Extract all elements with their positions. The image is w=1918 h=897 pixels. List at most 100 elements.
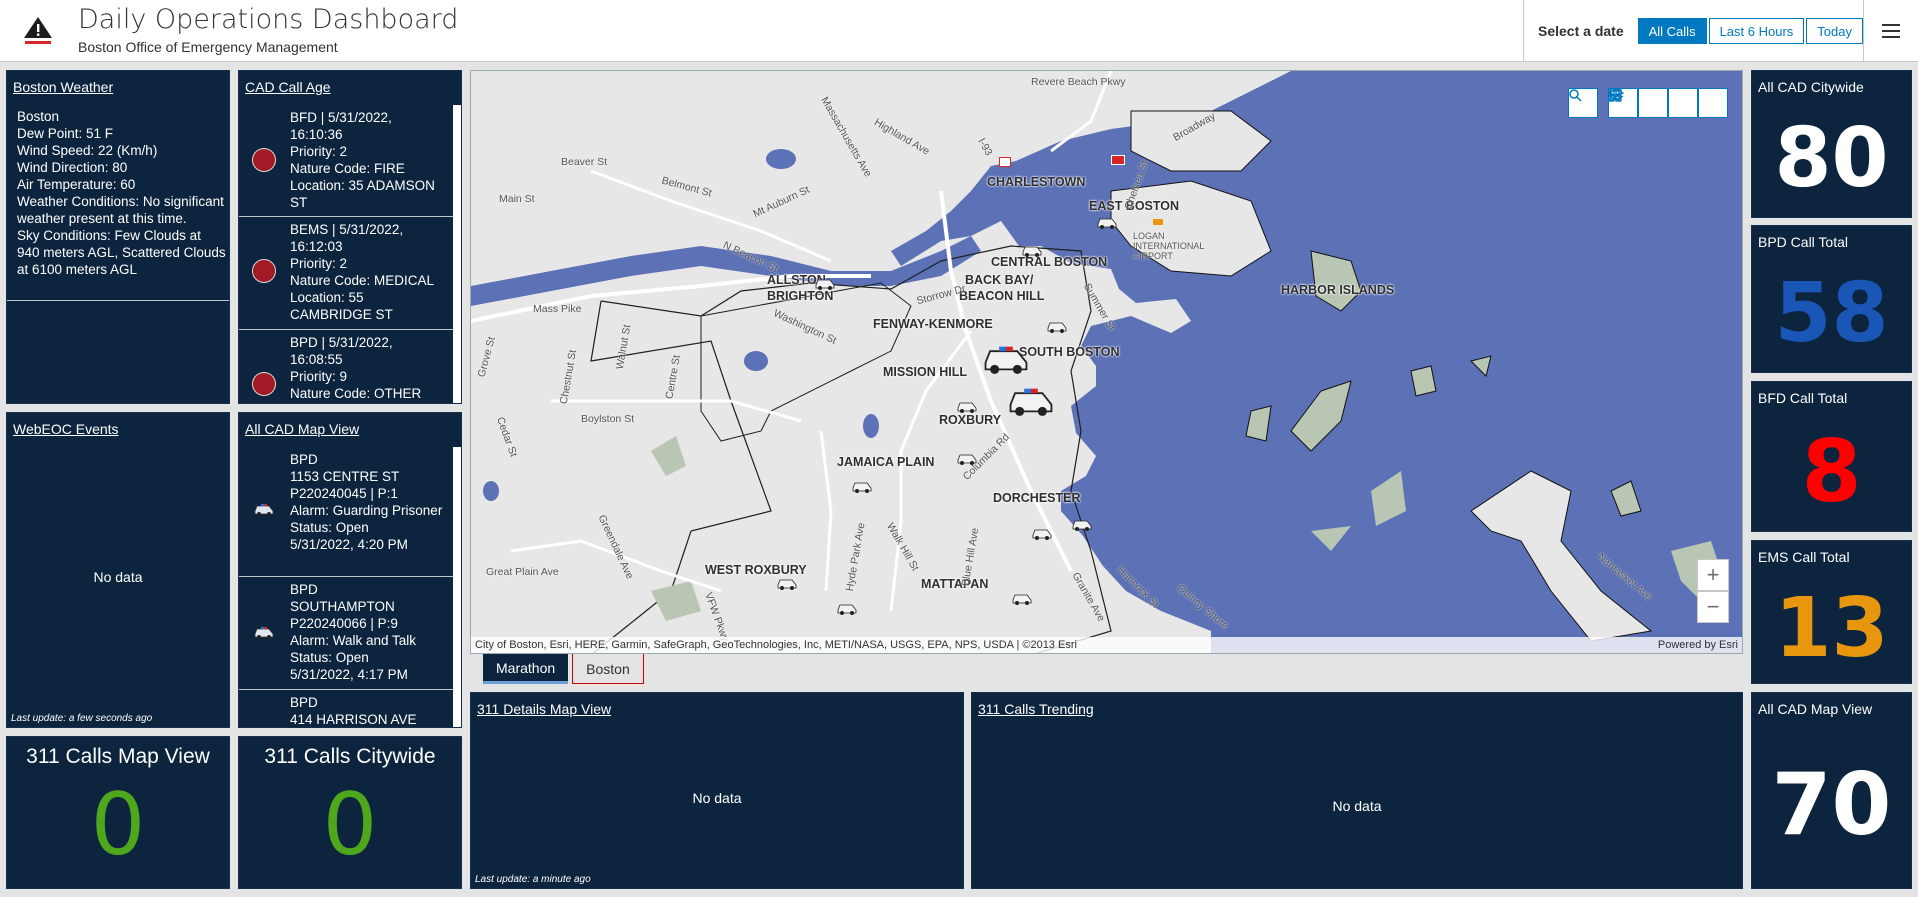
call-nature: Nature Code: OTHER [290, 386, 422, 401]
police-car-marker-icon[interactable] [956, 399, 978, 413]
indicator-value: 8 [1801, 422, 1862, 522]
map-tools-toolbar [1608, 88, 1728, 118]
indicator-title: 311 Calls Map View [26, 745, 210, 768]
list-item[interactable]: BPD 414 HARRISON AVE [239, 690, 453, 727]
call-agency: BPD [290, 452, 318, 467]
zoom-out-button[interactable]: − [1697, 591, 1729, 623]
call-status: Status: Open [290, 520, 369, 535]
indicator-title: All CAD Citywide [1758, 79, 1864, 95]
weather-line: Wind Speed: 22 (Km/h) [17, 143, 158, 158]
zoom-in-button[interactable]: + [1697, 559, 1729, 591]
cad-map-list-title[interactable]: All CAD Map View [245, 421, 359, 437]
search-icon [1569, 89, 1582, 102]
indicator-value: 80 [1774, 111, 1889, 206]
status-dot-icon [252, 148, 276, 172]
map-label: WEST ROXBURY [705, 563, 807, 577]
scrollbar[interactable] [453, 447, 461, 727]
police-car-marker-icon[interactable] [1006, 383, 1056, 417]
map-label: BEACON HILL [959, 289, 1045, 303]
police-car-marker-icon[interactable] [1021, 243, 1043, 257]
map-label: CENTRAL BOSTON [991, 255, 1108, 269]
map-layers-button[interactable] [1608, 88, 1698, 118]
call-location: Location: 55 CAMBRIDGE ST [290, 290, 393, 322]
call-address: SOUTHAMPTON [290, 599, 395, 614]
cad-map-list-panel: All CAD Map View BPD 1153 CENTRE ST P220… [238, 412, 462, 728]
map-canvas[interactable] [471, 71, 1743, 654]
map-label: ROXBURY [939, 413, 1002, 427]
indicator-title: 311 Calls Citywide [264, 745, 436, 768]
police-car-marker-icon[interactable] [776, 576, 798, 590]
indicator-title: All CAD Map View [1758, 701, 1873, 717]
ambulance-marker-icon[interactable] [999, 157, 1011, 167]
list-item[interactable]: BPD SOUTHAMPTON P220240066 | P:9 Alarm: … [239, 577, 453, 690]
police-car-marker-icon[interactable] [1011, 591, 1033, 605]
call-agency: BPD [290, 695, 318, 710]
police-car-marker-icon[interactable] [1031, 526, 1053, 540]
ems-call-total-indicator: EMS Call Total 13 [1751, 540, 1912, 684]
details-311-title[interactable]: 311 Details Map View [477, 701, 611, 717]
divider [7, 300, 229, 301]
weather-line: Air Temperature: 60 [17, 177, 136, 192]
trending-311-title[interactable]: 311 Calls Trending [978, 701, 1094, 717]
menu-button[interactable] [1863, 0, 1918, 62]
call-time: 5/31/2022, 4:20 PM [290, 537, 408, 552]
page-subtitle: Boston Office of Emergency Management [78, 39, 338, 55]
list-item[interactable]: BFD | 5/31/2022, 16:10:36 Priority: 2 Na… [239, 105, 453, 217]
list-item[interactable]: BPD | 5/31/2022, 16:08:55 Priority: 9 Na… [239, 330, 453, 403]
tab-marathon[interactable]: Marathon [483, 654, 569, 684]
police-car-marker-icon[interactable] [1071, 517, 1093, 531]
call-priority: Priority: 9 [290, 369, 348, 384]
police-car-marker-icon[interactable] [836, 601, 858, 615]
map-label: JAMAICA PLAIN [837, 455, 935, 469]
police-car-marker-icon[interactable] [981, 341, 1031, 375]
call-id: P220240066 | P:9 [290, 616, 398, 631]
scrollbar[interactable] [453, 105, 461, 403]
map-label: HARBOR ISLANDS [1281, 283, 1395, 297]
indicator-title: BPD Call Total [1758, 234, 1849, 250]
all-cad-citywide-indicator: All CAD Citywide 80 [1751, 70, 1912, 218]
street-label: Beaver St [561, 156, 608, 168]
list-item[interactable]: BPD 1153 CENTRE ST P220240045 | P:1 Alar… [239, 447, 453, 577]
fire-truck-marker-icon[interactable] [1111, 155, 1125, 165]
police-car-icon [254, 504, 274, 516]
map-label: BACK BAY/ [965, 273, 1034, 287]
weather-line: Boston [17, 109, 60, 124]
indicator-value: 0 [90, 775, 146, 875]
date-option-today[interactable]: Today [1806, 18, 1863, 44]
street-label: Boylston St [581, 413, 635, 425]
date-selector: Select a date All Calls Last 6 Hours Tod… [1523, 0, 1865, 62]
incident-map[interactable]: CHARLESTOWN EAST BOSTON CENTRAL BOSTON A… [470, 70, 1743, 654]
weather-panel-title[interactable]: Boston Weather [13, 79, 113, 95]
police-car-marker-icon[interactable] [851, 479, 873, 493]
call-header: BPD | 5/31/2022, 16:08:55 [290, 335, 393, 367]
police-car-marker-icon[interactable] [956, 451, 978, 465]
date-option-last-6-hours[interactable]: Last 6 Hours [1708, 18, 1805, 44]
call-priority: Priority: 2 [290, 256, 348, 271]
police-car-marker-icon[interactable] [814, 276, 836, 290]
trending-311-panel: 311 Calls Trending No data [971, 692, 1743, 889]
list-item[interactable]: BEMS | 5/31/2022, 16:12:03 Priority: 2 N… [239, 217, 453, 330]
cad-call-age-list[interactable]: BFD | 5/31/2022, 16:10:36 Priority: 2 Na… [239, 105, 453, 403]
cad-call-age-title[interactable]: CAD Call Age [245, 79, 331, 95]
map-label-airport: LOGAN INTERNATIONAL AIRPORT [1133, 231, 1205, 261]
empty-state: No data [93, 569, 143, 585]
weather-line: Weather Conditions: No significant weath… [17, 194, 224, 226]
street-label: Revere Beach Pkwy [1031, 76, 1126, 88]
webeoc-panel: WebEOC Events No data Last update: a few… [6, 412, 230, 728]
map-search-toolbar [1568, 88, 1598, 118]
webeoc-title[interactable]: WebEOC Events [13, 421, 119, 437]
map-legend-button[interactable] [1609, 88, 1668, 118]
powered-by-esri[interactable]: Powered by Esri [1658, 637, 1738, 653]
warning-logo-icon [24, 17, 52, 44]
weather-line: Sky Conditions: Few Clouds at 940 meters… [17, 228, 226, 277]
map-search-button[interactable] [1568, 88, 1598, 118]
police-car-marker-icon[interactable] [1096, 215, 1118, 229]
map-basemap-button[interactable] [1608, 88, 1728, 118]
tab-boston[interactable]: Boston [572, 654, 644, 684]
cad-map-list[interactable]: BPD 1153 CENTRE ST P220240045 | P:1 Alar… [239, 447, 453, 727]
call-status: Status: Open [290, 650, 369, 665]
police-car-marker-icon[interactable] [1046, 319, 1068, 333]
airplane-icon [1153, 219, 1163, 225]
police-car-icon [254, 627, 274, 639]
date-option-all-calls[interactable]: All Calls [1637, 18, 1707, 44]
